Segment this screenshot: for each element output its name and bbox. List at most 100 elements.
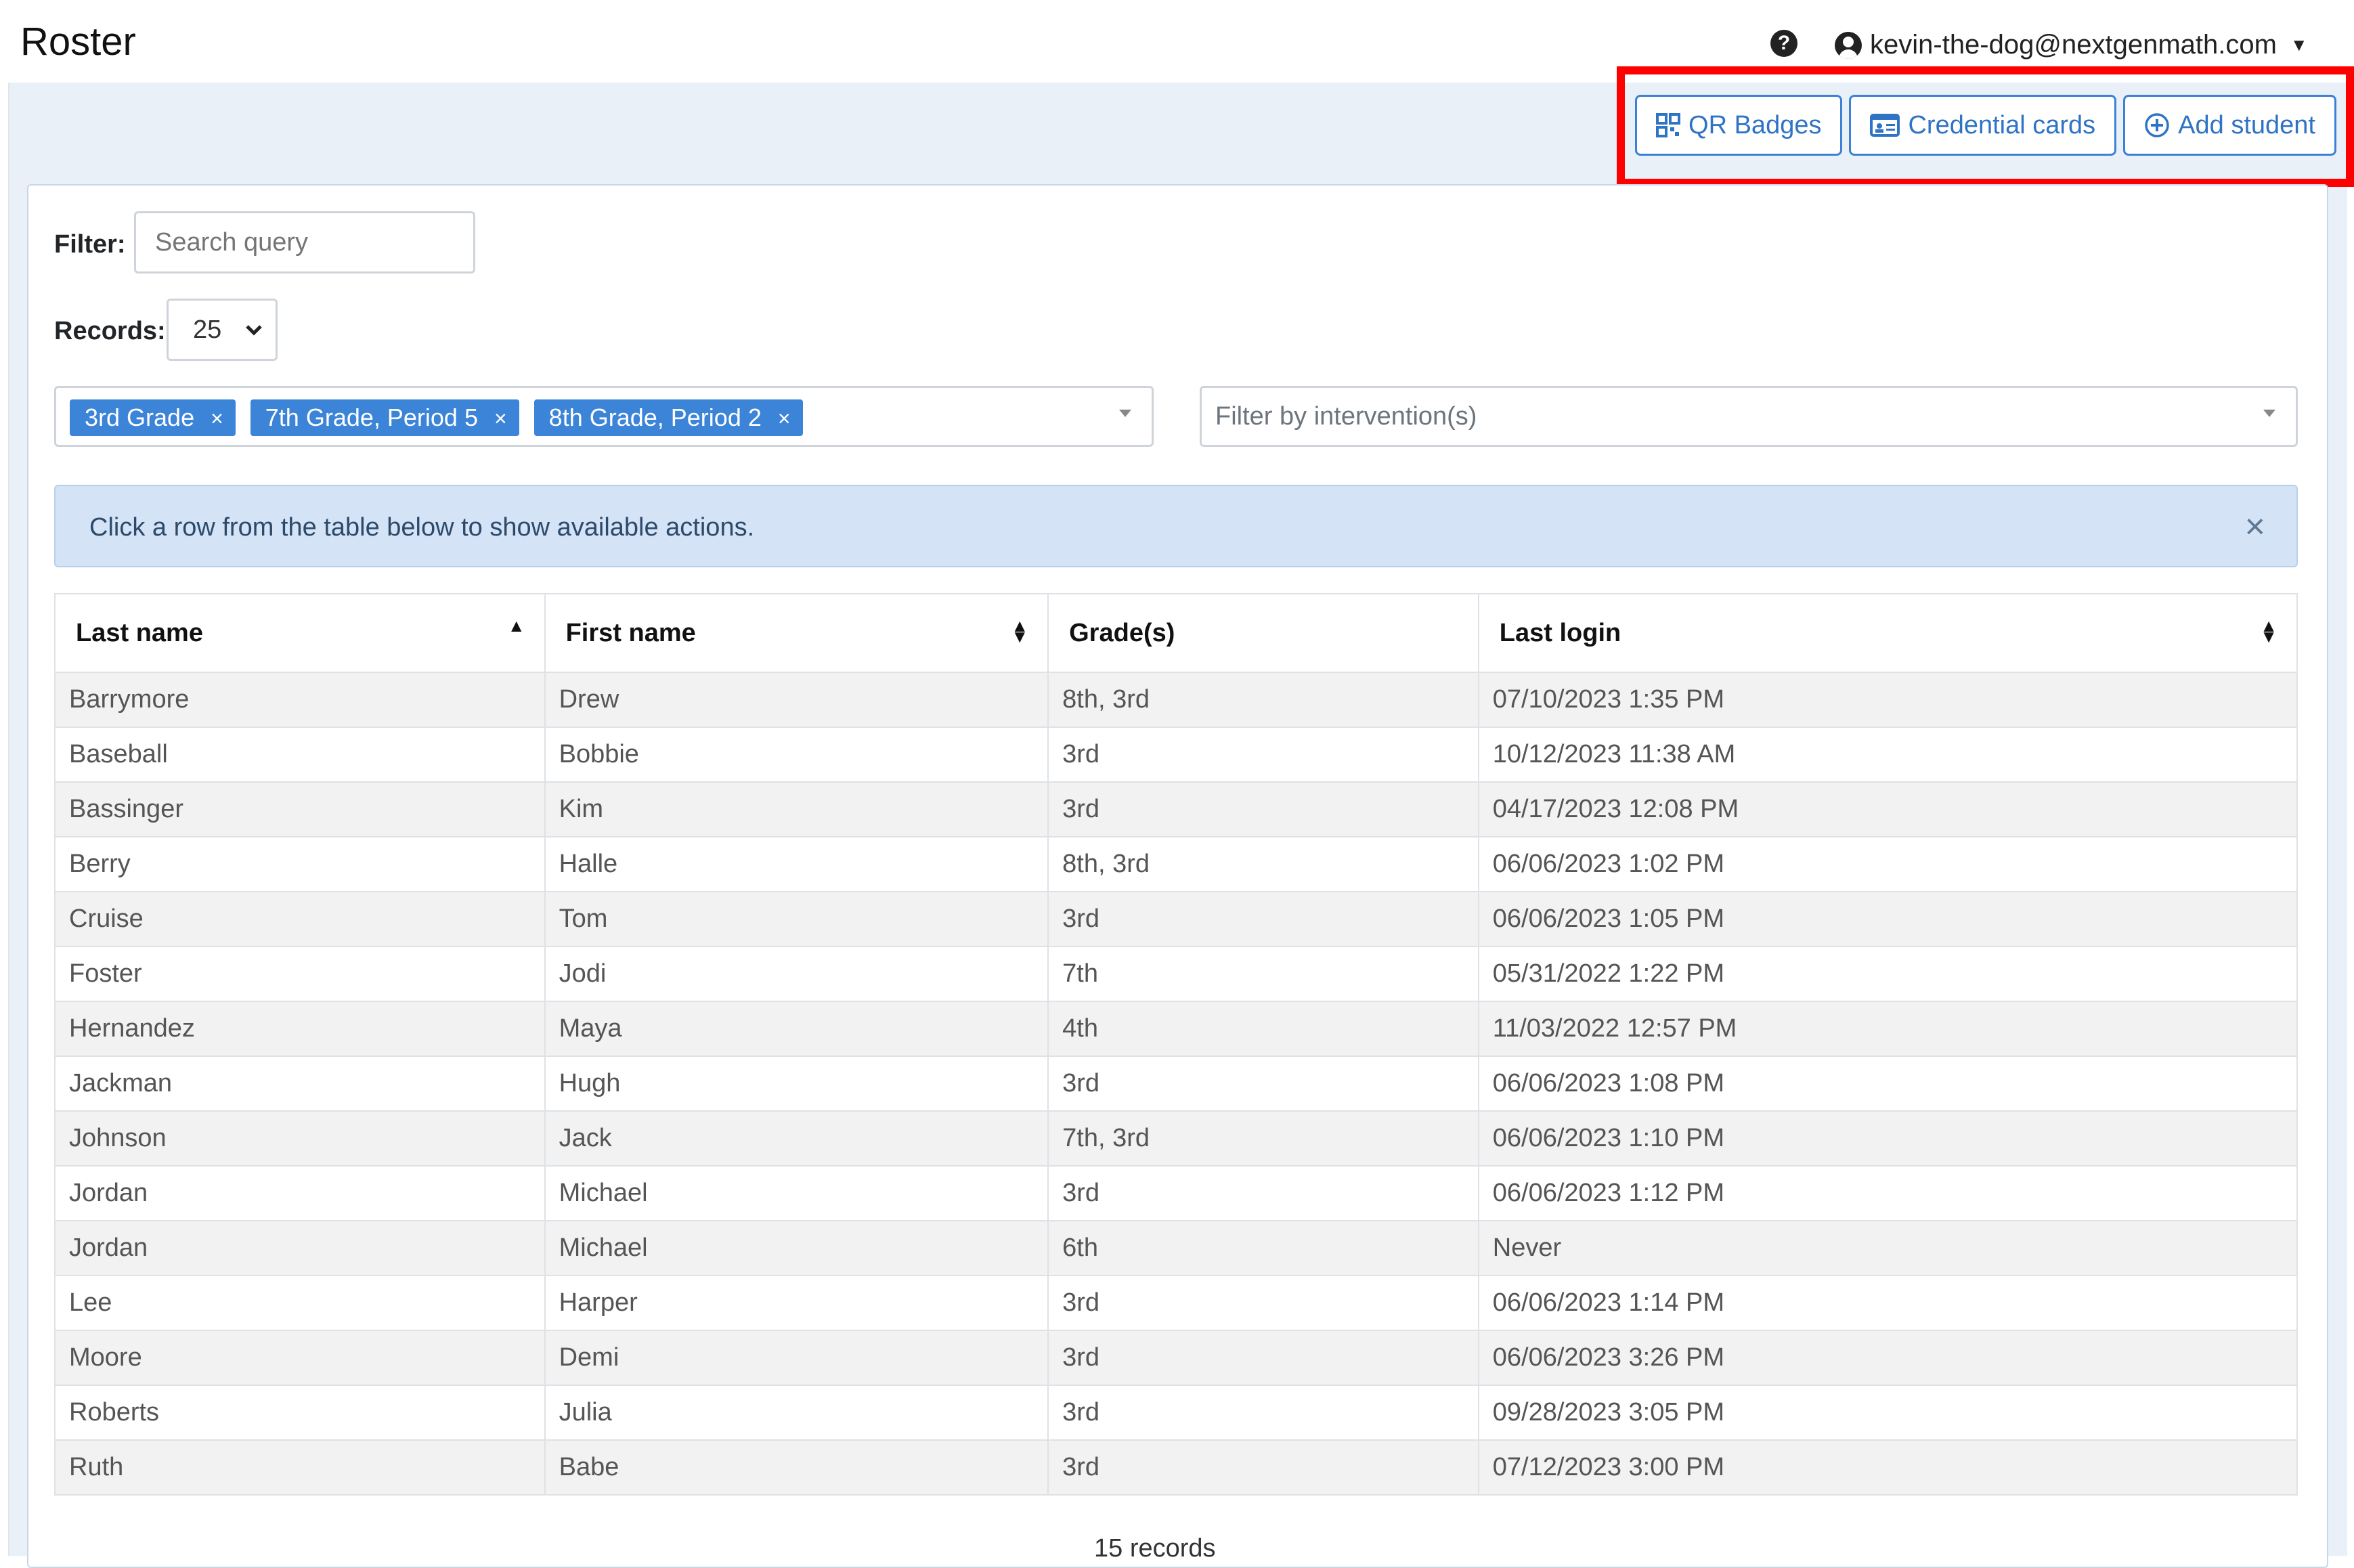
cell-last-login: 04/17/2023 12:08 PM — [1477, 781, 2298, 837]
user-menu[interactable]: kevin-the-dog@nextgenmath.com ▼ — [1835, 30, 2308, 60]
cell-last-name: Moore — [54, 1330, 546, 1386]
alert-message: Click a row from the table below to show… — [89, 513, 755, 542]
cell-last-login: 06/06/2023 1:14 PM — [1477, 1275, 2298, 1331]
cell-grades: 3rd — [1047, 891, 1479, 947]
cell-grades: 3rd — [1047, 781, 1479, 837]
user-avatar-icon — [1835, 31, 1862, 59]
table-row[interactable]: Ruth Babe 3rd 07/12/2023 3:00 PM — [54, 1439, 2298, 1496]
cell-last-login: 07/10/2023 1:35 PM — [1477, 672, 2298, 728]
cell-first-name: Jodi — [544, 946, 1049, 1002]
table-row[interactable]: Cruise Tom 3rd 06/06/2023 1:05 PM — [54, 891, 2298, 947]
cell-last-name: Jackman — [54, 1055, 546, 1112]
cell-last-login: 06/06/2023 1:12 PM — [1477, 1165, 2298, 1221]
table-row[interactable]: Baseball Bobbie 3rd 10/12/2023 11:38 AM — [54, 726, 2298, 783]
cell-grades: 8th, 3rd — [1047, 672, 1479, 728]
cell-first-name: Drew — [544, 672, 1049, 728]
cell-last-login: 10/12/2023 11:38 AM — [1477, 726, 2298, 783]
cell-grades: 4th — [1047, 1001, 1479, 1057]
sort-icon[interactable]: ▲ ▼ — [1011, 617, 1028, 645]
table-header-row: Last name ▲ First name ▲ ▼ Grade(s) Last lo… — [54, 593, 2298, 673]
column-header-grades: Grade(s) — [1047, 593, 1479, 673]
cell-grades: 6th — [1047, 1220, 1479, 1276]
sort-asc-icon[interactable]: ▲ — [508, 617, 525, 634]
cell-first-name: Julia — [544, 1385, 1049, 1441]
table-row[interactable]: Roberts Julia 3rd 09/28/2023 3:05 PM — [54, 1385, 2298, 1441]
table-row[interactable]: Hernandez Maya 4th 11/03/2022 12:57 PM — [54, 1001, 2298, 1057]
table-row[interactable]: Foster Jodi 7th 05/31/2022 1:22 PM — [54, 946, 2298, 1002]
intervention-filter-select[interactable]: Filter by intervention(s) — [1200, 386, 2298, 447]
cell-last-login: 09/28/2023 3:05 PM — [1477, 1385, 2298, 1441]
remove-tag-icon[interactable]: × — [211, 406, 223, 431]
cell-first-name: Demi — [544, 1330, 1049, 1386]
grade-tag[interactable]: 3rd Grade × — [70, 399, 236, 436]
cell-last-login: 05/31/2022 1:22 PM — [1477, 946, 2298, 1002]
remove-tag-icon[interactable]: × — [494, 406, 507, 431]
cell-first-name: Michael — [544, 1165, 1049, 1221]
search-input[interactable] — [134, 211, 475, 274]
cell-first-name: Halle — [544, 836, 1049, 892]
grade-filter-select[interactable]: 3rd Grade × 7th Grade, Period 5 × 8th Grad… — [54, 386, 1154, 447]
header-label: First name — [565, 618, 696, 647]
cell-grades: 3rd — [1047, 1385, 1479, 1441]
cell-last-login: 06/06/2023 1:08 PM — [1477, 1055, 2298, 1112]
cell-last-name: Cruise — [54, 891, 546, 947]
table-row[interactable]: Bassinger Kim 3rd 04/17/2023 12:08 PM — [54, 781, 2298, 837]
cell-first-name: Bobbie — [544, 726, 1049, 783]
cell-grades: 7th — [1047, 946, 1479, 1002]
info-alert: Click a row from the table below to show… — [54, 485, 2298, 567]
dropdown-arrow-icon[interactable] — [1119, 410, 1131, 417]
cell-first-name: Michael — [544, 1220, 1049, 1276]
cell-last-login: 06/06/2023 1:10 PM — [1477, 1110, 2298, 1167]
cell-last-name: Bassinger — [54, 781, 546, 837]
sort-icon[interactable]: ▲ ▼ — [2260, 617, 2277, 645]
cell-grades: 3rd — [1047, 1275, 1479, 1331]
cell-last-name: Ruth — [54, 1439, 546, 1496]
cell-grades: 7th, 3rd — [1047, 1110, 1479, 1167]
records-value: 25 — [193, 315, 222, 344]
cell-first-name: Babe — [544, 1439, 1049, 1496]
cell-last-name: Jordan — [54, 1220, 546, 1276]
remove-tag-icon[interactable]: × — [778, 406, 791, 431]
table-row[interactable]: Johnson Jack 7th, 3rd 06/06/2023 1:10 PM — [54, 1110, 2298, 1167]
cell-first-name: Kim — [544, 781, 1049, 837]
column-header-last-name[interactable]: Last name ▲ — [54, 593, 546, 673]
close-icon[interactable]: × — [2245, 506, 2265, 547]
caret-down-icon: ▼ — [2290, 35, 2308, 55]
filter-label: Filter: — [54, 230, 126, 259]
cell-first-name: Maya — [544, 1001, 1049, 1057]
cell-first-name: Hugh — [544, 1055, 1049, 1112]
table-row[interactable]: Lee Harper 3rd 06/06/2023 1:14 PM — [54, 1275, 2298, 1331]
cell-last-name: Johnson — [54, 1110, 546, 1167]
records-select[interactable]: 25 — [167, 299, 278, 361]
grade-tag-list: 3rd Grade × 7th Grade, Period 5 × 8th Grad… — [70, 399, 803, 436]
cell-grades: 3rd — [1047, 1055, 1479, 1112]
table-row[interactable]: Jackman Hugh 3rd 06/06/2023 1:08 PM — [54, 1055, 2298, 1112]
highlight-box — [1617, 66, 2354, 187]
table-row[interactable]: Moore Demi 3rd 06/06/2023 3:26 PM — [54, 1330, 2298, 1386]
cell-grades: 3rd — [1047, 1330, 1479, 1386]
cell-last-login: Never — [1477, 1220, 2298, 1276]
help-icon[interactable]: ? — [1770, 30, 1797, 57]
table-row[interactable]: Barrymore Drew 8th, 3rd 07/10/2023 1:35 PM — [54, 672, 2298, 728]
table-row[interactable]: Berry Halle 8th, 3rd 06/06/2023 1:02 PM — [54, 836, 2298, 892]
grade-tag[interactable]: 8th Grade, Period 2 × — [533, 399, 803, 436]
cell-last-login: 06/06/2023 1:02 PM — [1477, 836, 2298, 892]
records-label: Records: — [54, 317, 166, 345]
chevron-down-icon — [244, 301, 263, 382]
cell-last-name: Barrymore — [54, 672, 546, 728]
cell-grades: 3rd — [1047, 726, 1479, 783]
grade-tag[interactable]: 7th Grade, Period 5 × — [250, 399, 519, 436]
dropdown-arrow-icon[interactable] — [2263, 410, 2275, 417]
record-count: 15 records — [1094, 1534, 1216, 1563]
cell-grades: 3rd — [1047, 1165, 1479, 1221]
cell-last-name: Berry — [54, 836, 546, 892]
column-header-last-login[interactable]: Last login ▲ ▼ — [1477, 593, 2298, 673]
cell-last-name: Lee — [54, 1275, 546, 1331]
cell-last-login: 11/03/2022 12:57 PM — [1477, 1001, 2298, 1057]
page-title: Roster — [20, 20, 136, 64]
table-row[interactable]: Jordan Michael 6th Never — [54, 1220, 2298, 1276]
column-header-first-name[interactable]: First name ▲ ▼ — [544, 593, 1049, 673]
table-row[interactable]: Jordan Michael 3rd 06/06/2023 1:12 PM — [54, 1165, 2298, 1221]
cell-last-login: 06/06/2023 3:26 PM — [1477, 1330, 2298, 1386]
cell-last-login: 06/06/2023 1:05 PM — [1477, 891, 2298, 947]
